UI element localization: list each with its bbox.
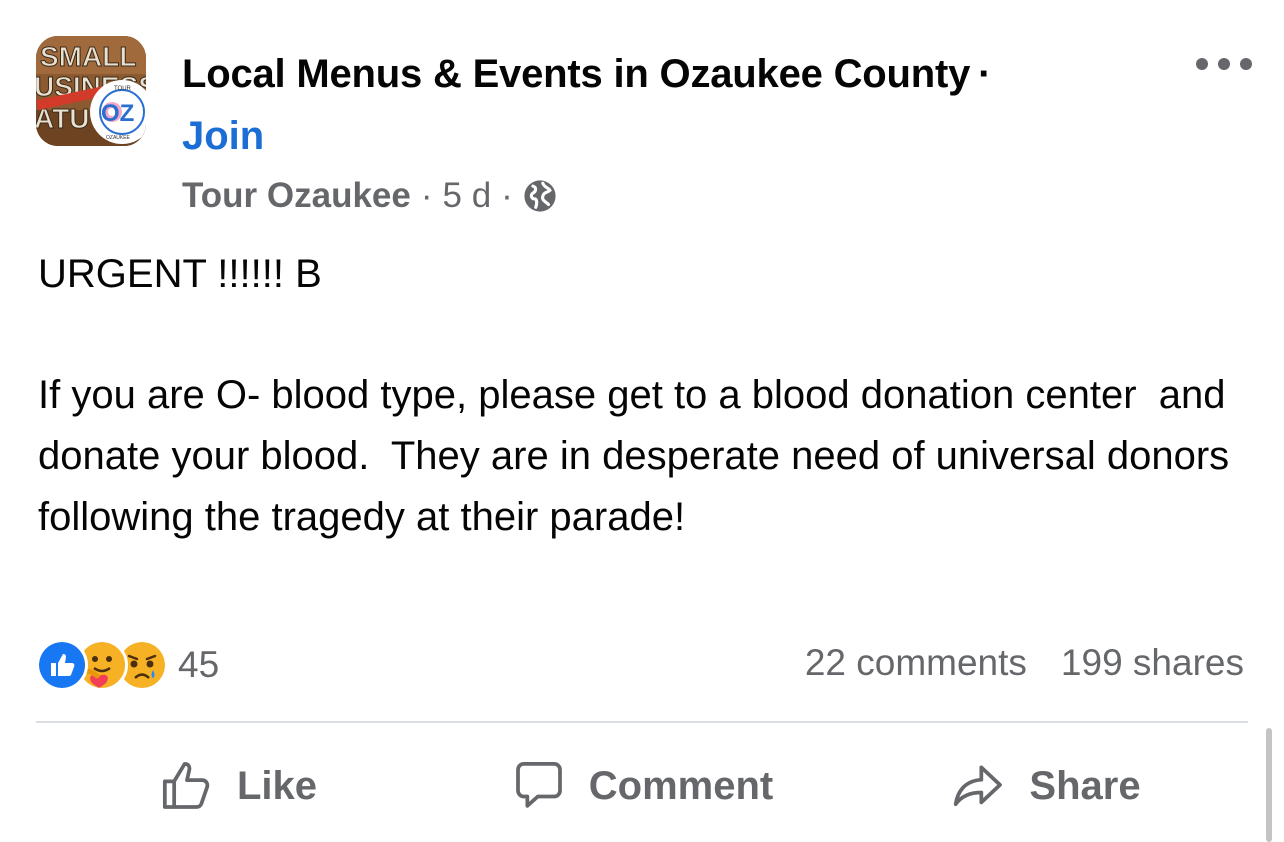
post-actions-bar: Like Comment Share bbox=[36, 738, 1248, 834]
avatar-badge-text: OZAUKEE bbox=[106, 135, 131, 141]
more-options-icon[interactable] bbox=[1196, 54, 1252, 74]
avatar-logo-text: SMALL bbox=[40, 41, 136, 72]
group-name-line: Local Menus & Events in Ozaukee County · bbox=[182, 52, 991, 97]
group-name-separator: · bbox=[978, 52, 992, 96]
post-timestamp[interactable]: 5 d bbox=[443, 176, 492, 216]
like-label: Like bbox=[236, 763, 318, 808]
meta-separator: · bbox=[420, 176, 433, 215]
meta-separator: · bbox=[501, 176, 513, 215]
post-body-paragraph: If you are O- blood type, please get to … bbox=[38, 373, 1241, 539]
avatar-badge-letters: OZ bbox=[101, 100, 134, 127]
shares-count-link[interactable]: 199 shares bbox=[1061, 642, 1244, 684]
engagement-counts: 22 comments 199 shares bbox=[805, 642, 1244, 684]
more-dot bbox=[1240, 58, 1252, 70]
more-dot bbox=[1218, 58, 1230, 70]
post-meta: Tour Ozaukee · 5 d · bbox=[182, 176, 557, 216]
comments-count-link[interactable]: 22 comments bbox=[805, 642, 1027, 684]
like-reaction-icon bbox=[36, 639, 88, 691]
post-body: URGENT !!!!!! B If you are O- blood type… bbox=[38, 244, 1248, 548]
like-button[interactable]: Like bbox=[36, 738, 440, 834]
actions-divider bbox=[36, 721, 1248, 723]
globe-icon[interactable] bbox=[523, 179, 557, 213]
more-dot bbox=[1196, 58, 1208, 70]
post-body-headline: URGENT !!!!!! B bbox=[38, 252, 322, 296]
group-avatar[interactable]: SMALL USINESS ATU OZ TOUR OZAUKEE bbox=[36, 36, 146, 146]
share-arrow-icon bbox=[954, 765, 1003, 807]
group-name-link[interactable]: Local Menus & Events in Ozaukee County bbox=[182, 52, 970, 96]
comment-button[interactable]: Comment bbox=[440, 738, 844, 834]
comment-label: Comment bbox=[588, 763, 774, 808]
group-logo-image: SMALL USINESS ATU OZ TOUR OZAUKEE bbox=[36, 36, 146, 146]
facebook-post: SMALL USINESS ATU OZ TOUR OZAUKEE Local … bbox=[0, 0, 1284, 842]
share-button[interactable]: Share bbox=[844, 738, 1248, 834]
scrollbar[interactable] bbox=[1266, 728, 1272, 842]
post-author-link[interactable]: Tour Ozaukee bbox=[182, 176, 411, 216]
share-label: Share bbox=[1029, 763, 1141, 808]
comment-bubble-icon bbox=[515, 761, 562, 808]
join-group-button[interactable]: Join bbox=[182, 114, 264, 159]
avatar-badge-text: TOUR bbox=[114, 86, 132, 92]
thumbs-up-icon bbox=[162, 761, 210, 809]
reaction-count: 45 bbox=[178, 644, 220, 685]
reactions-summary[interactable]: 45 bbox=[36, 639, 220, 691]
